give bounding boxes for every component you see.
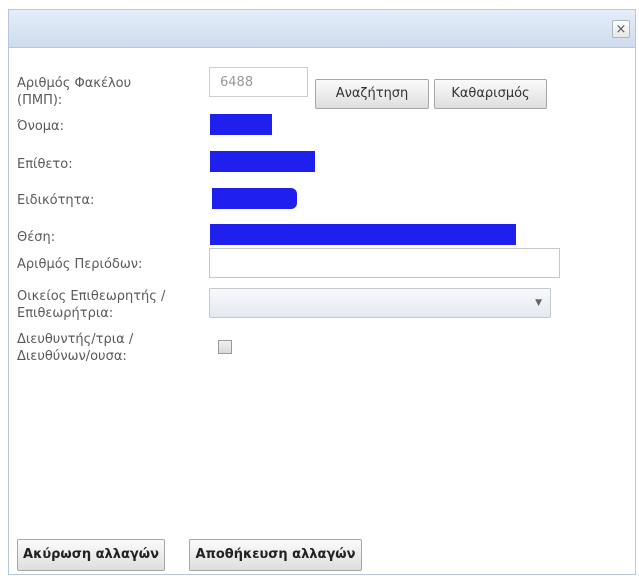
inspector-select[interactable]: ▼	[209, 288, 551, 318]
periods-input[interactable]	[209, 248, 560, 278]
specialty-label: Ειδικότητα:	[17, 193, 95, 208]
director-checkbox[interactable]	[218, 340, 232, 354]
name-redaction	[210, 114, 272, 135]
search-button[interactable]: Αναζήτηση	[315, 79, 429, 109]
dialog-titlebar: ×	[9, 10, 635, 48]
file-number-label: Αριθμός Φακέλου (ΠΜΠ):	[17, 76, 132, 108]
cancel-changes-button[interactable]: Ακύρωση αλλαγών	[17, 539, 165, 571]
surname-redaction	[210, 151, 315, 172]
position-label: Θέση:	[17, 230, 56, 245]
save-changes-button[interactable]: Αποθήκευση αλλαγών	[189, 539, 362, 571]
chevron-down-icon[interactable]: ▼	[535, 298, 542, 308]
surname-label: Επίθετο:	[17, 157, 73, 172]
name-label: Όνομα:	[17, 119, 64, 134]
close-icon[interactable]: ×	[612, 20, 630, 38]
position-redaction	[210, 224, 516, 245]
director-label: Διευθυντής/τρια / Διευθύνων/ουσα:	[17, 332, 134, 364]
periods-label: Αριθμός Περιόδων:	[17, 257, 143, 272]
file-number-input[interactable]	[209, 67, 308, 97]
specialty-redaction	[212, 188, 297, 209]
inspector-label: Οικείος Επιθεωρητής / Επιθεωρήτρια:	[17, 289, 166, 321]
clear-button[interactable]: Καθαρισμός	[434, 79, 547, 109]
